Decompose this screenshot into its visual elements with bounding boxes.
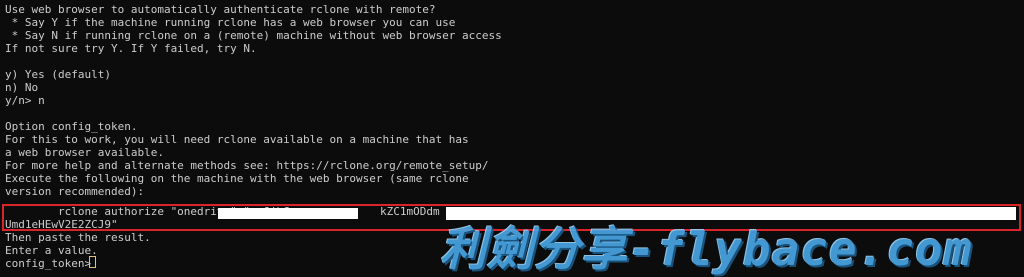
terminal-line-6: y) Yes (default) [5, 68, 111, 81]
token-redaction-2 [446, 207, 1016, 220]
terminal-line-15: version recommended): [5, 185, 145, 198]
terminal-line-8: y/n> n [5, 94, 45, 107]
terminal-line-14: Execute the following on the machine wit… [5, 172, 469, 185]
terminal-line-3: * Say N if running rclone on a (remote) … [5, 29, 502, 42]
terminal-line-11: For this to work, you will need rclone a… [5, 133, 469, 146]
terminal-line-13: For more help and alternate methods see:… [5, 159, 489, 172]
terminal-line-10: Option config_token. [5, 120, 138, 133]
config-token-prompt[interactable]: config_token> [5, 257, 98, 270]
text-cursor [89, 256, 96, 268]
terminal-line-paste: Then paste the result. [5, 231, 151, 244]
terminal-line-1: Use web browser to automatically authent… [5, 3, 436, 16]
terminal-window[interactable]: Use web browser to automatically authent… [0, 0, 1024, 276]
token-redaction-1 [218, 208, 358, 219]
token-tail: Umd1eHEwV2E2ZCJ9" [5, 218, 118, 231]
terminal-line-12: a web browser available. [5, 146, 164, 159]
terminal-line-2: * Say Y if the machine running rclone ha… [5, 16, 456, 29]
token-fragment: kZC1mODdm [380, 205, 440, 218]
terminal-line-7: n) No [5, 81, 39, 94]
terminal-line-4: If not sure try Y. If Y failed, try N. [5, 42, 257, 55]
terminal-line-enter: Enter a value. [5, 244, 98, 257]
watermark-logo: 利劍分享-flybace.com [440, 222, 973, 276]
